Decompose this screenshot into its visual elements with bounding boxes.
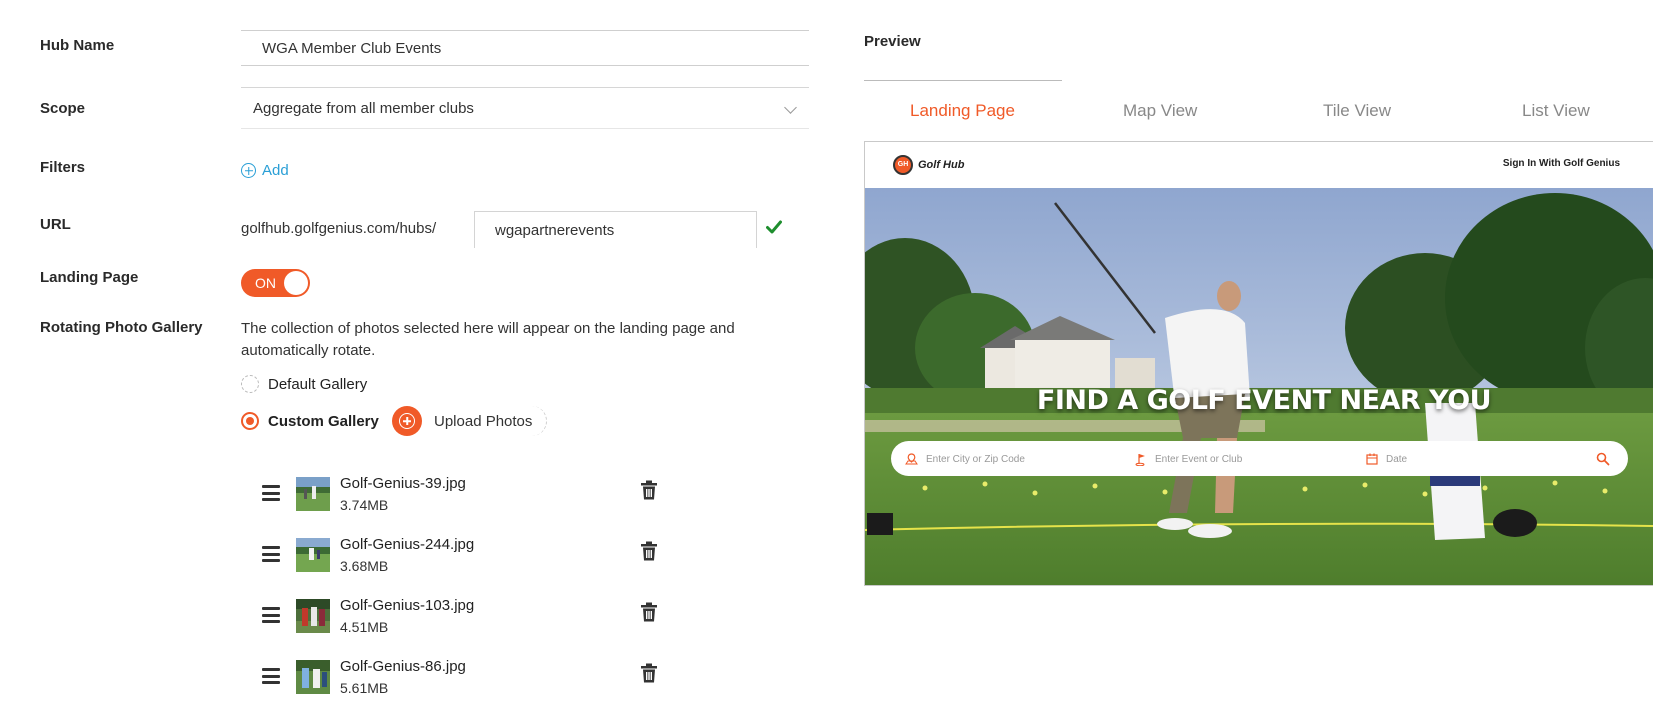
date-field[interactable]: Date <box>1366 453 1407 465</box>
trash-icon[interactable] <box>641 541 657 561</box>
photo-thumbnail <box>296 477 330 511</box>
trash-icon[interactable] <box>641 480 657 500</box>
list-item: Golf-Genius-39.jpg 3.74MB <box>262 475 662 517</box>
landing-page-toggle[interactable]: ON <box>241 269 310 297</box>
radio-icon <box>241 375 259 393</box>
url-slug-input[interactable]: wgapartnerevents <box>474 211 757 248</box>
photo-thumbnail <box>296 599 330 633</box>
photo-name: Golf-Genius-244.jpg <box>340 536 475 553</box>
drag-handle-icon[interactable] <box>262 607 280 623</box>
hero-image: FIND A GOLF EVENT NEAR YOU Enter City or… <box>865 188 1653 585</box>
date-placeholder: Date <box>1386 453 1408 465</box>
tab-landing-page[interactable]: Landing Page <box>910 101 1015 121</box>
scope-select[interactable]: Aggregate from all member clubs <box>241 87 809 129</box>
photo-size: 3.68MB <box>340 558 389 574</box>
add-filter-label: Add <box>262 162 289 179</box>
photo-size: 5.61MB <box>340 680 389 696</box>
checkmark-icon <box>766 220 782 234</box>
location-placeholder: Enter City or Zip Code <box>926 453 1025 465</box>
url-prefix: golfhub.golfgenius.com/hubs/ <box>241 220 437 237</box>
list-item: Golf-Genius-86.jpg 5.61MB <box>262 658 662 700</box>
scope-value: Aggregate from all member clubs <box>253 100 474 117</box>
default-gallery-radio[interactable]: Default Gallery <box>241 375 367 393</box>
calendar-icon <box>1366 453 1378 465</box>
preview-header: GH Golf Hub Sign In With Golf Genius <box>865 142 1653 188</box>
drag-handle-icon[interactable] <box>262 485 280 501</box>
hero-headline: FIND A GOLF EVENT NEAR YOU <box>1036 385 1492 416</box>
hub-name-label: Hub Name <box>40 37 115 54</box>
photo-name: Golf-Genius-86.jpg <box>340 658 466 675</box>
list-item: Golf-Genius-244.jpg 3.68MB <box>262 536 662 578</box>
trash-icon[interactable] <box>641 602 657 622</box>
upload-photos-button[interactable]: Upload Photos <box>392 406 548 436</box>
default-gallery-label: Default Gallery <box>268 375 368 393</box>
flag-icon <box>1135 454 1145 466</box>
logo-text: Golf Hub <box>918 159 965 171</box>
tab-map-view[interactable]: Map View <box>1123 101 1197 121</box>
landing-page-label: Landing Page <box>40 269 139 286</box>
event-placeholder: Enter Event or Club <box>1155 454 1243 465</box>
photo-size: 3.74MB <box>340 497 389 513</box>
tab-list-view[interactable]: List View <box>1522 101 1590 121</box>
chevron-down-icon <box>784 101 797 114</box>
search-icon[interactable] <box>1596 452 1610 466</box>
logo-mark: GH <box>893 155 913 175</box>
upload-photos-label: Upload Photos <box>434 412 533 430</box>
tab-divider <box>864 80 1062 81</box>
toggle-knob <box>284 271 308 295</box>
photo-size: 4.51MB <box>340 619 389 635</box>
custom-gallery-radio[interactable]: Custom Gallery <box>241 412 379 430</box>
custom-gallery-label: Custom Gallery <box>268 412 379 430</box>
filters-label: Filters <box>40 159 86 176</box>
sign-in-link[interactable]: Sign In With Golf Genius <box>1503 158 1620 169</box>
landing-page-preview: GH Golf Hub Sign In With Golf Genius FIN… <box>864 141 1653 586</box>
list-item: Golf-Genius-103.jpg 4.51MB <box>262 597 662 639</box>
photo-thumbnail <box>296 660 330 694</box>
photo-name: Golf-Genius-39.jpg <box>340 475 466 492</box>
photo-name: Golf-Genius-103.jpg <box>340 597 475 614</box>
plus-circle-icon <box>241 163 256 178</box>
trash-icon[interactable] <box>641 663 657 683</box>
location-pin-icon <box>905 453 918 465</box>
add-filter-button[interactable]: Add <box>241 162 289 179</box>
preview-title: Preview <box>864 33 921 50</box>
gallery-description: The collection of photos selected here w… <box>241 320 735 359</box>
location-field[interactable]: Enter City or Zip Code <box>905 453 1025 465</box>
golf-hub-logo: GH Golf Hub <box>893 155 964 175</box>
toggle-state-label: ON <box>255 275 276 291</box>
preview-search-bar: Enter City or Zip Code Enter Event or Cl… <box>891 441 1628 476</box>
drag-handle-icon[interactable] <box>262 546 280 562</box>
tab-tile-view[interactable]: Tile View <box>1323 101 1391 121</box>
radio-selected-icon <box>241 412 259 430</box>
plus-circle-icon <box>392 406 422 436</box>
scope-label: Scope <box>40 100 86 117</box>
url-label: URL <box>40 216 71 233</box>
drag-handle-icon[interactable] <box>262 668 280 684</box>
event-field[interactable]: Enter Event or Club <box>1135 453 1242 466</box>
hub-name-input[interactable]: WGA Member Club Events <box>241 30 809 66</box>
photo-thumbnail <box>296 538 330 572</box>
gallery-label: Rotating Photo Gallery <box>40 319 203 336</box>
